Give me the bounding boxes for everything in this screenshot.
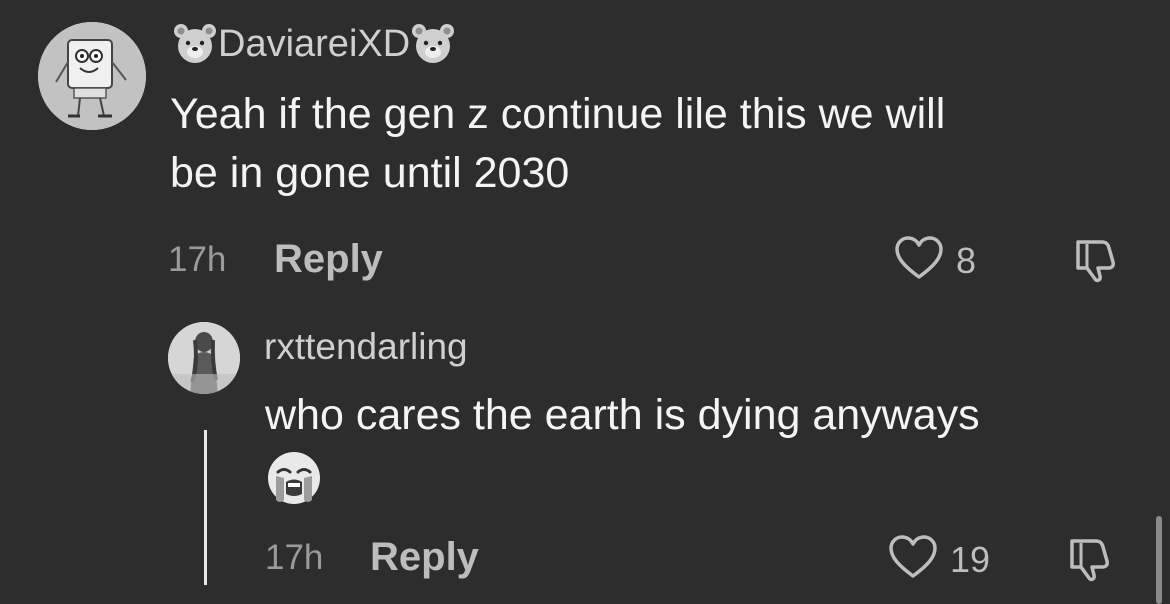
bear-face-icon [174,24,216,63]
reply-button[interactable]: Reply [370,535,479,580]
like-count: 8 [956,240,977,281]
comment-line: who cares the earth is dying anyways [265,391,980,439]
reply-button[interactable]: Reply [274,237,383,282]
comment-timestamp: 17h [168,240,227,279]
thumbs-down-icon[interactable] [1064,533,1114,583]
reply-username[interactable]: rxttendarling [264,323,468,371]
username-text: rxttendarling [264,326,468,367]
scrollbar[interactable] [1156,516,1162,604]
avatar-daviareixd[interactable] [38,22,146,130]
username-text: DaviareiXD [218,23,411,65]
comment-username[interactable]: DaviareiXD [172,20,456,68]
crying-face-emoji [268,452,320,504]
person-avatar [168,322,240,394]
comment-line: be in gone until 2030 [170,149,570,197]
comment-body: Yeah if the gen z continue lile this we … [170,85,945,203]
avatar-rxttendarling[interactable] [168,322,240,394]
reply-body: who cares the earth is dying anyways [265,386,980,445]
heart-icon[interactable] [894,234,944,284]
thread-line [204,430,207,585]
spongebob-avatar [38,22,146,130]
thumbs-down-icon[interactable] [1070,234,1120,284]
reply-timestamp: 17h [265,538,324,577]
bear-face-icon [412,24,455,63]
comment-line: Yeah if the gen z continue lile this we … [170,90,946,138]
like-count: 19 [950,539,991,580]
heart-icon[interactable] [888,533,938,583]
